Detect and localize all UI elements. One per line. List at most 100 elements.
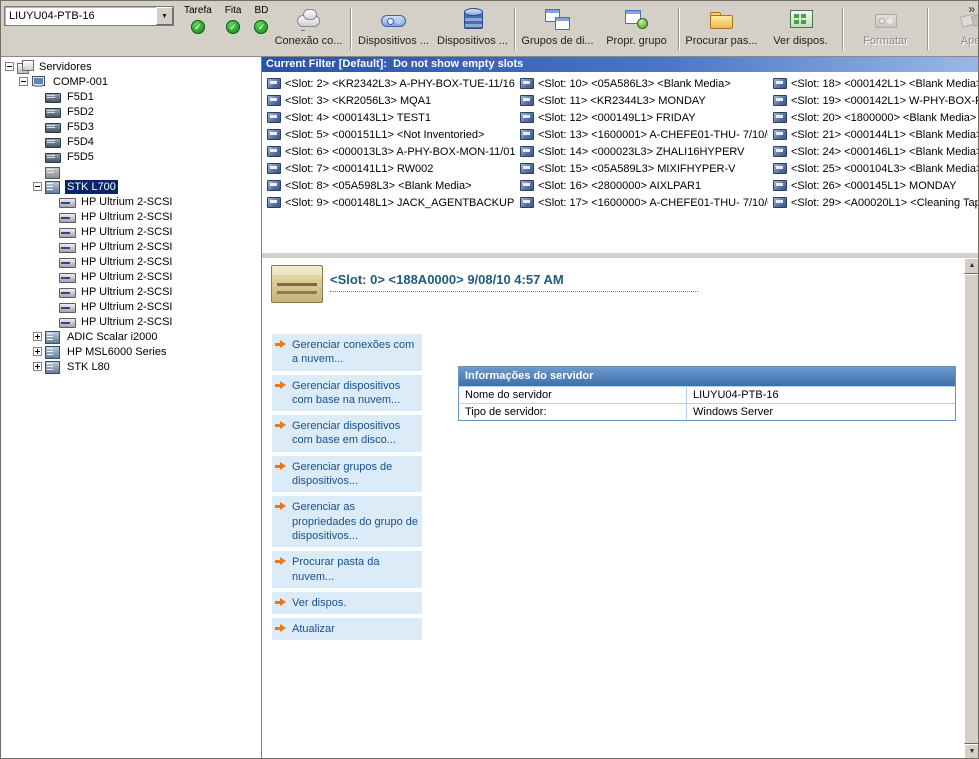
- tree-label: ADIC Scalar i2000: [65, 330, 160, 344]
- tree-item-f5d4[interactable]: F5D4: [1, 134, 261, 149]
- tree-item-hp-ultrium-2-scsi[interactable]: HP Ultrium 2-SCSI: [1, 194, 261, 209]
- slot-item[interactable]: <Slot: 10> <05A586L3> <Blank Media>: [515, 75, 768, 92]
- toolbar-button-disk-devices[interactable]: Dispositivos ...: [433, 2, 512, 56]
- toolbar-button-cloud-connection[interactable]: Conexão co...: [269, 2, 348, 56]
- check-icon: ✓: [226, 20, 240, 34]
- expand-icon[interactable]: [33, 362, 42, 371]
- slot-item[interactable]: <Slot: 19> <000142L1> W-PHY-BOX-FRI-1: [768, 92, 979, 109]
- tree-item-hp-ultrium-2-scsi[interactable]: HP Ultrium 2-SCSI: [1, 269, 261, 284]
- tree-item-f5d1[interactable]: F5D1: [1, 89, 261, 104]
- tree-item-f5d2[interactable]: F5D2: [1, 104, 261, 119]
- scroll-up-icon[interactable]: ▲: [964, 258, 979, 274]
- status-bd: BD ✓: [254, 5, 268, 34]
- slot-item[interactable]: <Slot: 21> <000144L1> <Blank Media>: [768, 126, 979, 143]
- tree-item-comp-001[interactable]: COMP-001: [1, 74, 261, 89]
- tape-cartridge-icon: [520, 112, 534, 123]
- tree-item-f5d3[interactable]: F5D3: [1, 119, 261, 134]
- slot-item[interactable]: <Slot: 8> <05A598L3> <Blank Media>: [262, 177, 515, 194]
- filer-icon: [45, 135, 61, 148]
- task-label: Ver dispos.: [292, 596, 346, 610]
- slot-item[interactable]: <Slot: 7> <000141L1> RW002: [262, 160, 515, 177]
- toolbar-button-view-devices[interactable]: Ver dispos.: [761, 2, 840, 56]
- task-menu-item[interactable]: Ver dispos.: [272, 592, 422, 614]
- slot-item[interactable]: <Slot: 17> <1600000> A-CHEFE01-THU- 7/10…: [515, 194, 768, 211]
- arrow-icon: [275, 420, 287, 431]
- task-menu-item[interactable]: Gerenciar dispositivos com base em disco…: [272, 415, 422, 452]
- tree-item-stk-l80[interactable]: STK L80: [1, 359, 261, 374]
- tree-label: HP Ultrium 2-SCSI: [79, 240, 174, 254]
- collapse-icon[interactable]: [33, 182, 42, 191]
- toolbar-button-label: Conexão co...: [275, 35, 343, 47]
- slot-label: <Slot: 24> <000146L1> <Blank Media>: [791, 146, 979, 158]
- slot-item[interactable]: <Slot: 14> <000023L3> ZHALI16HYPERV: [515, 143, 768, 160]
- status-label: BD: [255, 5, 269, 16]
- browse-folder-icon: [707, 6, 737, 32]
- slot-label: <Slot: 26> <000145L1> MONDAY: [791, 180, 957, 192]
- toolbar-button-cloud-devices[interactable]: Dispositivos ...: [354, 2, 433, 56]
- scroll-down-icon[interactable]: ▼: [964, 744, 979, 759]
- slot-item[interactable]: <Slot: 26> <000145L1> MONDAY: [768, 177, 979, 194]
- tree-item-hp-ultrium-2-scsi[interactable]: HP Ultrium 2-SCSI: [1, 224, 261, 239]
- slot-item[interactable]: <Slot: 29> <A00020L1> <Cleaning Tape>: [768, 194, 979, 211]
- details-scrollbar[interactable]: ▲ ▼: [964, 258, 979, 759]
- tree-item-hp-ultrium-2-scsi[interactable]: HP Ultrium 2-SCSI: [1, 314, 261, 329]
- view-devices-icon: [786, 6, 816, 32]
- tree-item-hp-ultrium-2-scsi[interactable]: HP Ultrium 2-SCSI: [1, 209, 261, 224]
- tree-item-hp-ultrium-2-scsi[interactable]: HP Ultrium 2-SCSI: [1, 239, 261, 254]
- task-menu-item[interactable]: Procurar pasta da nuvem...: [272, 551, 422, 588]
- slot-item[interactable]: <Slot: 9> <000148L1> JACK_AGENTBACKUP: [262, 194, 515, 211]
- slot-item[interactable]: <Slot: 20> <1800000> <Blank Media>: [768, 109, 979, 126]
- expand-icon[interactable]: [33, 332, 42, 341]
- expand-icon[interactable]: [33, 347, 42, 356]
- tape-drive-icon: [59, 240, 75, 253]
- slot-item[interactable]: <Slot: 24> <000146L1> <Blank Media>: [768, 143, 979, 160]
- check-icon: ✓: [254, 20, 268, 34]
- tree-item-hp-msl6000-series[interactable]: HP MSL6000 Series: [1, 344, 261, 359]
- tree-item-hp-ultrium-2-scsi[interactable]: HP Ultrium 2-SCSI: [1, 299, 261, 314]
- toolbar-overflow-chevron[interactable]: »: [968, 2, 975, 16]
- task-menu-item[interactable]: Atualizar: [272, 618, 422, 640]
- server-info-row: Nome do servidorLIUYU04-PTB-16: [459, 386, 955, 403]
- slot-item[interactable]: <Slot: 13> <1600001> A-CHEFE01-THU- 7/10…: [515, 126, 768, 143]
- slot-label: <Slot: 6> <000013L3> A-PHY-BOX-MON-11/01…: [285, 146, 515, 158]
- task-menu-item[interactable]: Gerenciar conexões com a nuvem...: [272, 334, 422, 371]
- disk-devices-icon: [458, 6, 488, 32]
- tree-item-adic-scalar-i2000[interactable]: ADIC Scalar i2000: [1, 329, 261, 344]
- task-menu-item[interactable]: Gerenciar grupos de dispositivos...: [272, 456, 422, 493]
- collapse-icon[interactable]: [19, 77, 28, 86]
- toolbar-button-format[interactable]: Formatar: [846, 2, 925, 56]
- slot-item[interactable]: <Slot: 25> <000104L3> <Blank Media>: [768, 160, 979, 177]
- slot-item[interactable]: <Slot: 2> <KR2342L3> A-PHY-BOX-TUE-11/16…: [262, 75, 515, 92]
- server-selector-value: LIUYU04-PTB-16: [5, 10, 156, 22]
- toolbar-button-browse-folder[interactable]: Procurar pas...: [682, 2, 761, 56]
- task-menu-item[interactable]: Gerenciar dispositivos com base na nuvem…: [272, 375, 422, 412]
- tree-item-f5d5[interactable]: F5D5: [1, 149, 261, 164]
- arrow-icon: [275, 461, 287, 472]
- scroll-thumb[interactable]: [964, 274, 979, 744]
- slot-item[interactable]: <Slot: 16> <2800000> AIXLPAR1: [515, 177, 768, 194]
- slot-item[interactable]: <Slot: 5> <000151L1> <Not Inventoried>: [262, 126, 515, 143]
- collapse-icon[interactable]: [5, 62, 14, 71]
- tree-item[interactable]: [1, 164, 261, 179]
- tree-item-hp-ultrium-2-scsi[interactable]: HP Ultrium 2-SCSI: [1, 254, 261, 269]
- slot-label: <Slot: 7> <000141L1> RW002: [285, 163, 433, 175]
- slot-item[interactable]: <Slot: 15> <05A589L3> MIXIFHYPER-V: [515, 160, 768, 177]
- slot-item[interactable]: <Slot: 4> <000143L1> TEST1: [262, 109, 515, 126]
- server-selector[interactable]: LIUYU04-PTB-16 ▼: [4, 6, 174, 26]
- tree-label: HP Ultrium 2-SCSI: [79, 195, 174, 209]
- tree-item-stk-l700[interactable]: STK L700: [1, 179, 261, 194]
- slot-item[interactable]: <Slot: 3> <KR2056L3> MQA1: [262, 92, 515, 109]
- task-menu-item[interactable]: Gerenciar as propriedades do grupo de di…: [272, 496, 422, 547]
- server-info-header: Informações do servidor: [459, 367, 955, 386]
- toolbar-button-group-properties[interactable]: Propr. grupo: [597, 2, 676, 56]
- slot-item[interactable]: <Slot: 12> <000149L1> FRIDAY: [515, 109, 768, 126]
- slot-item[interactable]: <Slot: 11> <KR2344L3> MONDAY: [515, 92, 768, 109]
- dropdown-arrow-icon[interactable]: ▼: [156, 7, 173, 25]
- tree-item-servidores[interactable]: Servidores: [1, 59, 261, 74]
- slot-item[interactable]: <Slot: 6> <000013L3> A-PHY-BOX-MON-11/01…: [262, 143, 515, 160]
- toolbar-button-device-groups[interactable]: Grupos de di...: [518, 2, 597, 56]
- slot-item[interactable]: <Slot: 18> <000142L1> <Blank Media>: [768, 75, 979, 92]
- tree-item-hp-ultrium-2-scsi[interactable]: HP Ultrium 2-SCSI: [1, 284, 261, 299]
- slot-label: <Slot: 15> <05A589L3> MIXIFHYPER-V: [538, 163, 736, 175]
- toolbar: LIUYU04-PTB-16 ▼ Tarefa✓Fita✓BD✓ Conexão…: [1, 1, 978, 57]
